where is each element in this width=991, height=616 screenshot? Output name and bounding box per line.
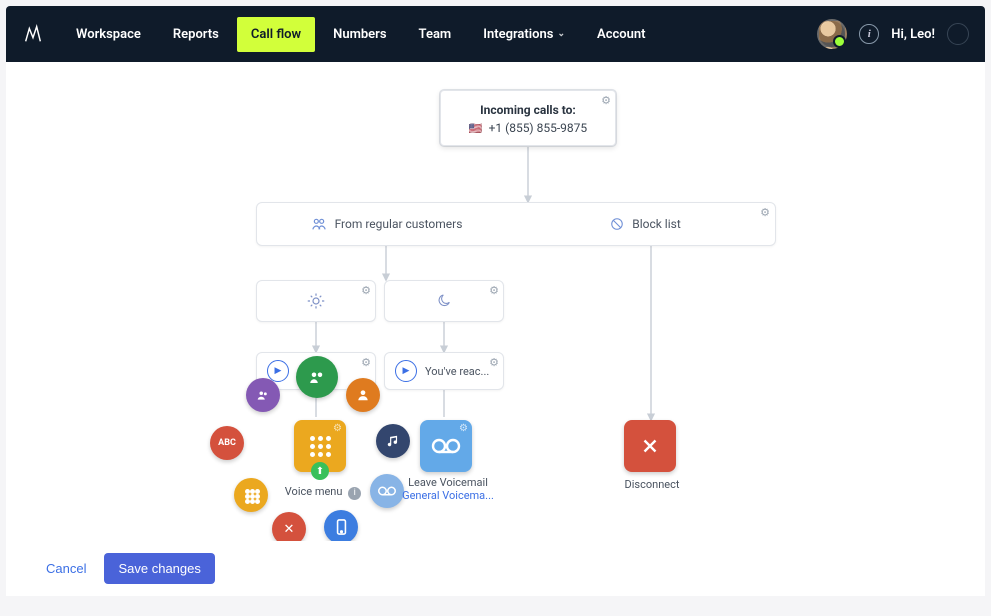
users-icon bbox=[256, 388, 270, 402]
sun-icon bbox=[307, 292, 325, 310]
nav-workspace[interactable]: Workspace bbox=[62, 17, 155, 52]
user-icon bbox=[356, 388, 370, 402]
gear-icon[interactable]: ⚙ bbox=[489, 356, 499, 369]
nav-team[interactable]: Team bbox=[405, 17, 466, 52]
voicemail-icon bbox=[431, 437, 461, 455]
chip-abc[interactable]: ABC bbox=[210, 426, 244, 460]
user-avatar[interactable] bbox=[817, 19, 847, 49]
chip-music[interactable] bbox=[376, 424, 410, 458]
chip-users[interactable] bbox=[246, 378, 280, 412]
music-icon bbox=[386, 434, 400, 448]
nav-numbers[interactable]: Numbers bbox=[319, 17, 400, 52]
node-nighttime[interactable]: ⚙ bbox=[384, 280, 504, 322]
incoming-title: Incoming calls to: bbox=[449, 103, 607, 117]
chip-phone[interactable] bbox=[324, 510, 358, 544]
gear-icon[interactable]: ⚙ bbox=[601, 94, 611, 107]
voicemail-icon bbox=[378, 485, 396, 497]
message-text: You've reac... bbox=[425, 365, 489, 378]
abc-icon: ABC bbox=[218, 438, 236, 448]
nav-label: Integrations bbox=[483, 27, 553, 42]
nav-account[interactable]: Account bbox=[583, 17, 659, 52]
people-icon bbox=[311, 216, 327, 232]
close-icon bbox=[639, 435, 661, 457]
disconnect-label: Disconnect bbox=[606, 478, 698, 491]
node-voicemail[interactable]: ⚙ bbox=[420, 420, 472, 472]
cancel-button[interactable]: Cancel bbox=[46, 561, 86, 576]
gear-icon[interactable]: ⚙ bbox=[489, 284, 499, 297]
info-icon[interactable]: i bbox=[859, 24, 879, 44]
voicemail-label: Leave Voicemail General Voicema... bbox=[402, 476, 494, 502]
app-logo[interactable] bbox=[22, 23, 44, 45]
primary-nav: Workspace Reports Call flow Numbers Team… bbox=[62, 17, 660, 52]
chip-group[interactable] bbox=[296, 356, 338, 398]
nav-label: Account bbox=[597, 27, 645, 42]
node-disconnect[interactable] bbox=[624, 420, 676, 472]
label-text: Voice menu bbox=[285, 485, 343, 498]
voicemail-sub-link[interactable]: General Voicema... bbox=[402, 489, 494, 502]
node-voice-menu[interactable]: ⚙ ⬆ bbox=[294, 420, 346, 472]
gear-icon[interactable]: ⚙ bbox=[760, 206, 770, 219]
app-header: Workspace Reports Call flow Numbers Team… bbox=[6, 6, 985, 62]
moon-icon bbox=[436, 293, 452, 309]
nav-label: Reports bbox=[173, 27, 219, 42]
chip-keypad-small[interactable] bbox=[234, 478, 268, 512]
footer-actions: Cancel Save changes bbox=[6, 541, 985, 596]
incoming-phone: +1 (855) 855-9875 bbox=[489, 121, 588, 135]
nav-integrations[interactable]: Integrations ⌄ bbox=[469, 17, 579, 52]
info-badge-icon[interactable]: i bbox=[348, 487, 361, 500]
branch-block-label: Block list bbox=[632, 217, 681, 231]
branch-block-list[interactable]: Block list bbox=[516, 203, 775, 245]
nav-label: Numbers bbox=[333, 27, 386, 42]
branch-regular-label: From regular customers bbox=[335, 217, 463, 231]
node-incoming-calls[interactable]: ⚙ Incoming calls to: 🇺🇸 +1 (855) 855-987… bbox=[440, 90, 616, 146]
save-changes-button[interactable]: Save changes bbox=[104, 553, 214, 584]
node-daytime[interactable]: ⚙ bbox=[256, 280, 376, 322]
chip-user[interactable] bbox=[346, 378, 380, 412]
branch-regular-customers[interactable]: From regular customers bbox=[257, 203, 516, 245]
chip-voicemail-small[interactable] bbox=[370, 474, 404, 508]
block-icon bbox=[610, 217, 624, 231]
gear-icon[interactable]: ⚙ bbox=[459, 423, 468, 434]
label-text: Leave Voicemail bbox=[408, 476, 488, 489]
gear-icon[interactable]: ⚙ bbox=[361, 284, 371, 297]
header-end-button[interactable] bbox=[947, 23, 969, 45]
nav-reports[interactable]: Reports bbox=[159, 17, 233, 52]
keypad-icon bbox=[310, 436, 331, 457]
voice-menu-label: Voice menu i bbox=[278, 485, 368, 500]
gear-icon[interactable]: ⚙ bbox=[333, 423, 342, 434]
nav-call-flow[interactable]: Call flow bbox=[237, 17, 315, 52]
node-branch: ⚙ From regular customers Block list bbox=[256, 202, 776, 246]
gear-icon[interactable]: ⚙ bbox=[361, 356, 371, 369]
keypad-icon bbox=[245, 489, 258, 502]
node-play-message-night[interactable]: ⚙ ▶ You've reac... bbox=[384, 352, 504, 390]
flow-canvas[interactable]: ⚙ Incoming calls to: 🇺🇸 +1 (855) 855-987… bbox=[6, 62, 985, 596]
flag-icon: 🇺🇸 bbox=[469, 122, 483, 135]
nav-label: Call flow bbox=[251, 27, 301, 42]
nav-label: Workspace bbox=[76, 27, 141, 42]
nav-label: Team bbox=[419, 27, 452, 42]
user-greeting: Hi, Leo! bbox=[891, 27, 935, 42]
phone-icon bbox=[336, 518, 347, 536]
header-right: i Hi, Leo! bbox=[817, 19, 969, 49]
chevron-down-icon: ⌄ bbox=[557, 29, 565, 39]
group-icon bbox=[308, 368, 326, 386]
play-icon[interactable]: ▶ bbox=[395, 360, 417, 382]
upload-icon[interactable]: ⬆ bbox=[311, 462, 329, 480]
close-icon: ✕ bbox=[284, 522, 295, 537]
